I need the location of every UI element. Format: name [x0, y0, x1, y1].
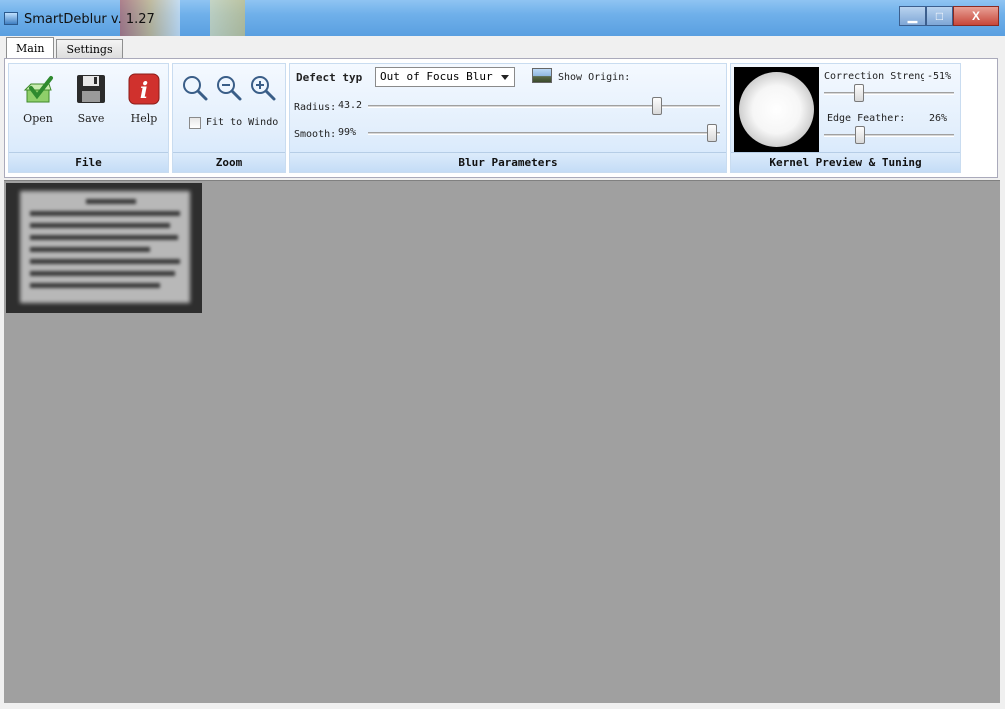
edge-feather-value: 26%	[929, 113, 948, 124]
save-label: Save	[77, 112, 105, 125]
chevron-down-icon	[501, 75, 509, 80]
floppy-disk-icon	[74, 72, 108, 106]
edge-feather-slider-thumb[interactable]	[855, 126, 866, 144]
kernel-disc	[739, 72, 814, 147]
zoom-out-icon[interactable]	[215, 74, 243, 107]
file-group-label: File	[9, 152, 168, 172]
minimize-button[interactable]: ▁	[899, 6, 926, 26]
correction-slider-thumb[interactable]	[854, 84, 864, 102]
zoom-in-icon[interactable]	[249, 74, 277, 107]
text-line	[30, 223, 170, 228]
window-controls: ▁ □ X	[899, 6, 999, 26]
text-line	[30, 271, 175, 276]
app-icon	[4, 12, 18, 25]
open-label: Open	[23, 112, 53, 125]
ribbon: Open Save i Help File Fit to Windo Zoom …	[4, 58, 998, 178]
maximize-button[interactable]: □	[926, 6, 953, 26]
show-original-icon[interactable]	[532, 68, 552, 83]
zoom-group-label: Zoom	[173, 152, 285, 172]
radius-value: 43.2	[338, 100, 363, 111]
smooth-label: Smooth:	[294, 129, 337, 140]
text-line	[30, 247, 150, 252]
smooth-slider-track[interactable]	[368, 132, 720, 135]
show-original-label[interactable]: Show Origin:	[558, 72, 630, 83]
text-line	[30, 259, 180, 264]
save-button[interactable]: Save	[66, 72, 116, 125]
correction-slider-track[interactable]	[824, 92, 954, 95]
smooth-value: 99%	[338, 127, 357, 138]
desktop-peek	[210, 0, 245, 36]
zoom-group: Fit to Windo Zoom	[172, 63, 286, 173]
window-title: SmartDeblur v. 1.27	[24, 12, 155, 27]
defect-type-label: Defect typ	[296, 71, 363, 84]
svg-text:i: i	[140, 78, 148, 104]
correction-strength-label: Correction Streng	[824, 71, 924, 82]
open-icon	[21, 72, 55, 106]
radius-slider-thumb[interactable]	[651, 97, 662, 115]
blur-parameters-group-label: Blur Parameters	[290, 152, 726, 172]
text-line	[30, 235, 178, 240]
app-window: SmartDeblur v. 1.27 ▁ □ X Main Settings	[0, 0, 1005, 709]
zoom-fit-icon[interactable]	[181, 74, 209, 107]
title-bar[interactable]: SmartDeblur v. 1.27 ▁ □ X	[0, 0, 1005, 36]
radius-slider-track[interactable]	[368, 105, 720, 108]
image-canvas[interactable]	[4, 180, 1000, 703]
radius-label: Radius:	[294, 102, 337, 113]
fit-to-window-checkbox[interactable]	[189, 117, 201, 129]
tab-main[interactable]: Main	[6, 37, 55, 59]
help-button[interactable]: i Help	[119, 72, 169, 125]
kernel-group-label: Kernel Preview & Tuning	[731, 152, 960, 172]
tab-settings[interactable]: Settings	[56, 39, 123, 59]
smooth-slider-thumb[interactable]	[706, 124, 717, 142]
file-group: Open Save i Help File	[8, 63, 169, 173]
text-line	[30, 211, 180, 216]
text-line	[30, 283, 160, 288]
ribbon-tabs: Main Settings	[6, 37, 125, 59]
open-button[interactable]: Open	[13, 72, 63, 125]
edge-feather-slider-track[interactable]	[824, 134, 954, 137]
blurred-document-image[interactable]	[6, 183, 202, 313]
edge-feather-label: Edge Feather:	[827, 113, 906, 124]
help-label: Help	[130, 112, 158, 125]
defect-type-value: Out of Focus Blur	[380, 70, 493, 83]
blur-parameters-group: Defect typ Out of Focus Blur Show Origin…	[289, 63, 727, 173]
close-button[interactable]: X	[953, 6, 999, 26]
help-info-icon: i	[127, 72, 161, 106]
kernel-preview-image	[734, 67, 819, 152]
defect-type-select[interactable]: Out of Focus Blur	[375, 67, 515, 87]
fit-to-window-label[interactable]: Fit to Windo	[206, 117, 278, 128]
correction-strength-value: -51%	[927, 71, 952, 82]
kernel-preview-group: Correction Streng -51% Edge Feather: 26%…	[730, 63, 961, 173]
text-line	[86, 199, 136, 204]
